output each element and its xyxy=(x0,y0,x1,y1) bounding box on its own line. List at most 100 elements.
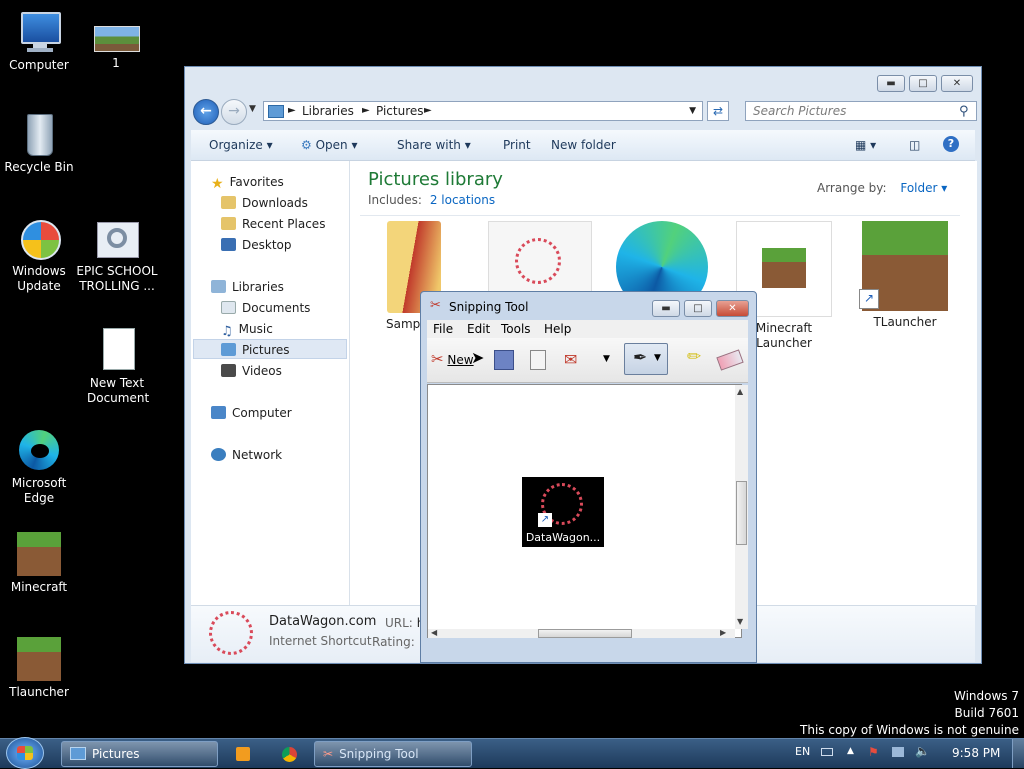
scroll-left-arrow[interactable]: ◀ xyxy=(431,628,437,637)
desktop-icon-minecraft[interactable]: Minecraft xyxy=(0,532,81,595)
show-desktop-button[interactable] xyxy=(1012,739,1024,768)
pen-icon: ✒ xyxy=(633,348,648,368)
nav-pictures[interactable]: Pictures xyxy=(221,343,290,357)
nav-documents[interactable]: Documents xyxy=(221,301,310,315)
menu-help[interactable]: Help xyxy=(544,322,571,336)
breadcrumb-pictures[interactable]: Pictures xyxy=(376,102,424,120)
desktop-icon-computer[interactable]: Computer xyxy=(0,10,81,73)
back-button[interactable]: ← xyxy=(193,99,219,125)
nav-libraries[interactable]: Libraries xyxy=(211,280,284,294)
save-snip-icon[interactable] xyxy=(494,350,514,370)
taskbar-chrome[interactable] xyxy=(268,741,310,767)
command-bar: Organize ▾ ⚙ Open ▾ Share with ▾ Print N… xyxy=(191,130,975,161)
desktop-icon-windows-update[interactable]: Windows Update xyxy=(0,216,81,294)
desktop-icon-recycle-bin[interactable]: Recycle Bin xyxy=(0,112,81,175)
scroll-right-arrow[interactable]: ▶ xyxy=(720,628,726,637)
share-with-button[interactable]: Share with ▾ xyxy=(397,138,471,152)
copy-icon[interactable] xyxy=(530,350,546,370)
windows-update-icon xyxy=(17,216,61,260)
snip-close-button[interactable]: ✕ xyxy=(716,300,749,317)
nav-recent-places[interactable]: Recent Places xyxy=(221,217,325,231)
arrange-by-dropdown[interactable]: Folder ▾ xyxy=(900,181,947,195)
recent-pages-dropdown[interactable]: ▼ xyxy=(249,104,256,114)
close-button[interactable]: ✕ xyxy=(941,75,973,92)
recycle-bin-icon xyxy=(17,112,61,156)
network-tray-icon[interactable] xyxy=(892,747,904,757)
scroll-down-arrow[interactable]: ▼ xyxy=(737,617,743,626)
desktop-icon-microsoft-edge[interactable]: Microsoft Edge xyxy=(0,428,81,506)
new-folder-button[interactable]: New folder xyxy=(551,138,616,152)
library-includes: Includes: 2 locations xyxy=(368,193,496,207)
help-icon[interactable]: ? xyxy=(943,136,959,152)
datawagon-logo-icon xyxy=(209,611,253,655)
desktop-icon-tlauncher[interactable]: Tlauncher xyxy=(0,637,81,700)
horizontal-scroll-thumb[interactable] xyxy=(538,629,632,638)
address-bar[interactable]: ► Libraries ► Pictures ► ▼ xyxy=(263,101,703,121)
keyboard-icon[interactable] xyxy=(821,748,833,756)
eraser-icon[interactable] xyxy=(716,349,744,371)
search-input[interactable]: Search Pictures xyxy=(745,101,977,121)
taskbar-snipping-tool[interactable]: ✂ Snipping Tool xyxy=(314,741,472,767)
send-snip-icon[interactable]: ✉ xyxy=(564,350,577,369)
organize-button[interactable]: Organize ▾ xyxy=(209,138,273,152)
nav-network[interactable]: Network xyxy=(211,448,282,462)
volume-icon[interactable]: 🔈 xyxy=(915,744,930,758)
nav-desktop[interactable]: Desktop xyxy=(221,238,292,252)
desktop-icon-epic-school-trolling[interactable]: EPIC SCHOOL TROLLING ... xyxy=(75,222,159,294)
desktop-icon-new-text-document[interactable]: New Text Document xyxy=(75,328,159,406)
menu-file[interactable]: File xyxy=(433,322,453,336)
highlighter-icon[interactable]: ✏ xyxy=(687,347,701,367)
desktop-icon-label: Recycle Bin xyxy=(4,160,74,174)
open-icon: ⚙ xyxy=(301,138,312,152)
nav-videos[interactable]: Videos xyxy=(221,364,282,378)
snip-minimize-button[interactable]: ▬ xyxy=(652,300,680,317)
action-center-flag-icon[interactable]: ⚑ xyxy=(868,745,879,759)
desktop-icon-1[interactable]: 1 xyxy=(74,22,158,71)
horizontal-scrollbar[interactable]: ◀ ▶ xyxy=(428,628,735,638)
language-indicator[interactable]: EN xyxy=(795,745,810,758)
preview-pane-icon[interactable]: ◫ xyxy=(909,138,920,152)
computer-icon xyxy=(211,406,226,419)
snipping-tool-window[interactable]: ✂ Snipping Tool ▬ □ ✕ File Edit Tools He… xyxy=(420,291,757,663)
computer-icon xyxy=(17,10,61,54)
locations-link[interactable]: 2 locations xyxy=(430,193,495,207)
shortcut-arrow-icon: ↗ xyxy=(859,289,879,309)
forward-button[interactable]: → xyxy=(221,99,247,125)
pen-button[interactable]: ✒ ▼ xyxy=(624,343,668,375)
taskbar-pictures[interactable]: Pictures xyxy=(61,741,218,767)
breadcrumb-libraries[interactable]: Libraries xyxy=(302,102,354,120)
print-button[interactable]: Print xyxy=(503,138,531,152)
start-button[interactable] xyxy=(6,737,44,769)
nav-downloads[interactable]: Downloads xyxy=(221,196,308,210)
refresh-button[interactable]: ⇄ xyxy=(707,101,729,121)
pen-dropdown[interactable]: ▼ xyxy=(654,353,661,363)
nav-computer[interactable]: Computer xyxy=(211,406,292,420)
tlauncher-icon xyxy=(17,637,61,681)
show-hidden-icons-icon[interactable]: ▲ xyxy=(847,746,854,756)
nav-music[interactable]: ♫ Music xyxy=(221,322,273,339)
minimize-button[interactable]: ▬ xyxy=(877,75,905,92)
videos-icon xyxy=(221,364,236,377)
snip-toolbar: ✂ New ➤ ✉ ▼ ✒ ▼ ✏ xyxy=(427,338,748,383)
taskbar-media-player[interactable] xyxy=(222,741,264,767)
address-dropdown-icon[interactable]: ▼ xyxy=(689,102,696,120)
snip-canvas[interactable]: ↗ DataWagon... ▲ ▼ ◀ ▶ xyxy=(427,384,748,638)
send-snip-dropdown[interactable]: ▼ xyxy=(603,354,610,364)
clock-time[interactable]: 9:58 PM xyxy=(952,746,1000,760)
vertical-scroll-thumb[interactable] xyxy=(736,481,747,545)
maximize-button[interactable]: □ xyxy=(909,75,937,92)
search-icon[interactable]: ⚲ xyxy=(959,104,969,119)
menu-edit[interactable]: Edit xyxy=(467,322,490,336)
media-player-icon xyxy=(236,747,250,761)
open-button[interactable]: ⚙ Open ▾ xyxy=(301,138,358,152)
thumbnail-tlauncher[interactable]: ↗ TLauncher xyxy=(855,221,955,329)
windows-logo-icon xyxy=(17,746,33,760)
explorer-icon xyxy=(70,747,86,760)
scroll-up-arrow[interactable]: ▲ xyxy=(737,387,743,396)
new-snip-button[interactable]: ✂ New xyxy=(431,350,474,368)
nav-favorites[interactable]: ★ Favorites xyxy=(211,175,284,192)
snip-maximize-button[interactable]: □ xyxy=(684,300,712,317)
vertical-scrollbar[interactable]: ▲ ▼ xyxy=(735,385,748,629)
menu-tools[interactable]: Tools xyxy=(501,322,531,336)
view-options-icon[interactable]: ▦ ▾ xyxy=(855,138,876,152)
